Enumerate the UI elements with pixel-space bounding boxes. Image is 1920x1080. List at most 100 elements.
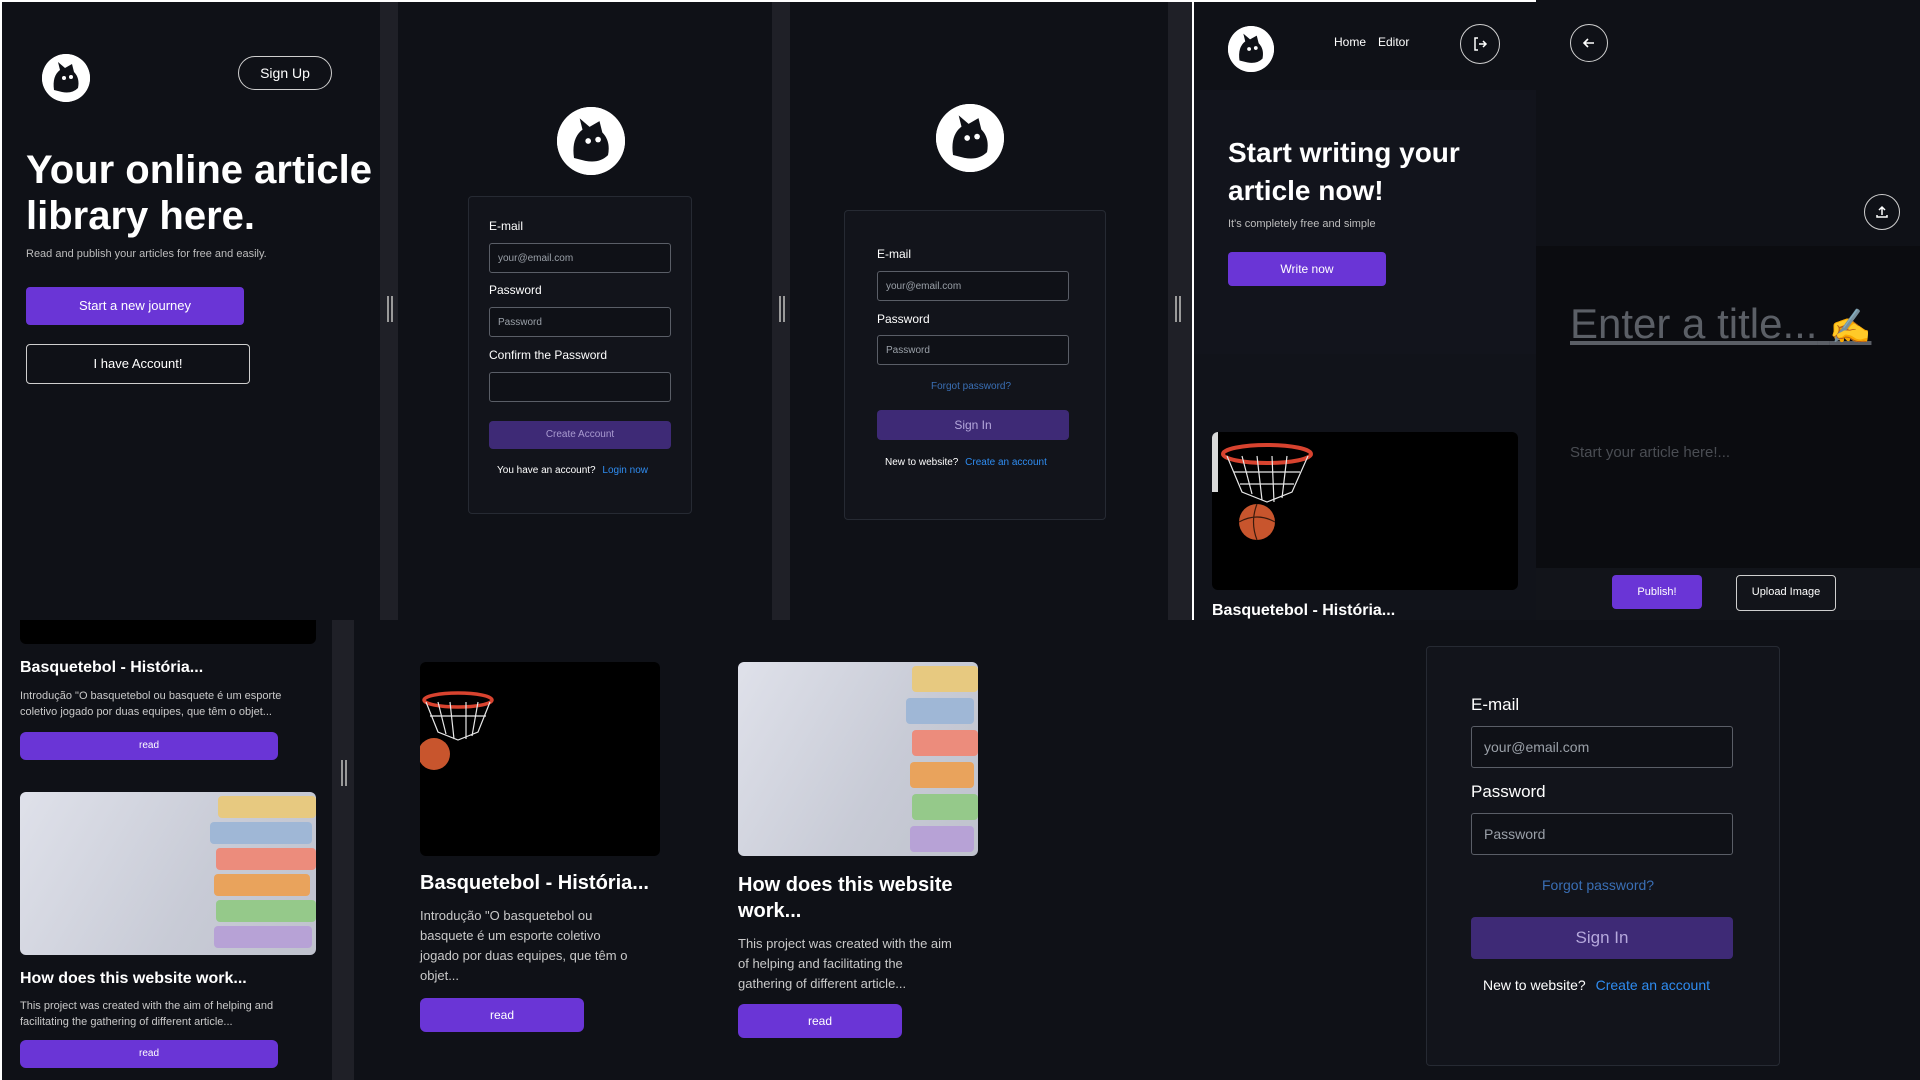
signin-small-panel: E-mail your@email.com Password Password … [790, 2, 1168, 620]
desc-line: objet... [420, 968, 460, 983]
card2-description: This project was created with the aim of… [20, 998, 273, 1030]
create-account-link[interactable]: Create an account [965, 457, 1047, 468]
resize-handle-icon[interactable] [1175, 296, 1181, 322]
password-input[interactable]: Password [489, 307, 671, 337]
read-button[interactable]: read [20, 732, 278, 760]
basketball-hoop-image[interactable] [420, 662, 660, 856]
desc-line: Introdução "O basquetebol ou basquete é … [20, 690, 282, 702]
cat-logo-icon [557, 107, 625, 175]
landing-headline: Your online article library here. [26, 147, 372, 239]
headline-line: Start writing your [1228, 137, 1460, 168]
create-account-button[interactable]: Create Account [489, 421, 671, 449]
have-account-button[interactable]: I have Account! [26, 344, 250, 384]
signin-button[interactable]: Sign In [877, 410, 1069, 440]
nav-home-link[interactable]: Home [1334, 35, 1366, 49]
home-panel: Home Editor Start writing your article n… [1194, 2, 1536, 620]
password-label: Password [489, 283, 542, 297]
password-label: Password [1471, 782, 1546, 801]
landing-subtext: Read and publish your articles for free … [26, 248, 267, 260]
new-to-website-text: New to website? [885, 457, 959, 468]
email-placeholder: your@email.com [498, 252, 574, 264]
login-link[interactable]: Login now [602, 465, 648, 476]
start-journey-button[interactable]: Start a new journey [26, 287, 244, 325]
email-label: E-mail [1471, 695, 1520, 714]
resize-handle-icon[interactable] [387, 296, 393, 322]
home-hero: Start writing your article now! It's com… [1194, 90, 1536, 354]
image-stub [20, 620, 316, 644]
card2-title[interactable]: How does this website work... [738, 872, 952, 924]
cat-logo-icon [1228, 26, 1274, 72]
new-to-website-row: New to website? Create an account [1483, 977, 1710, 993]
signin-large-panel: E-mail your@email.com Password Password … [1172, 620, 1920, 1080]
arrow-left-icon [1582, 38, 1594, 48]
read-button[interactable]: read [420, 998, 584, 1032]
card1-title[interactable]: Basquetebol - História... [420, 872, 649, 895]
nav-editor-link[interactable]: Editor [1378, 35, 1409, 49]
split-divider[interactable] [332, 620, 354, 1080]
editor-body: Enter a title... ✍ Start your article he… [1536, 246, 1920, 568]
card2-title[interactable]: How does this website work... [20, 970, 247, 988]
basketball-hoop-image[interactable] [1212, 432, 1518, 590]
password-label: Password [877, 312, 930, 326]
publish-button[interactable]: Publish! [1612, 575, 1702, 609]
password-input[interactable]: Password [1471, 813, 1733, 855]
write-now-button[interactable]: Write now [1228, 252, 1386, 286]
editor-panel: Enter a title... ✍ Start your article he… [1536, 0, 1920, 620]
card1-title[interactable]: Basquetebol - História... [20, 659, 203, 677]
home-headline: Start writing your article now! [1228, 134, 1460, 210]
new-to-website-text: New to website? [1483, 977, 1586, 993]
signin-button[interactable]: Sign In [1471, 917, 1733, 959]
cat-logo-icon [936, 104, 1004, 172]
email-placeholder: your@email.com [1484, 739, 1590, 755]
password-placeholder: Password [1484, 826, 1546, 842]
email-input[interactable]: your@email.com [489, 243, 671, 273]
headline-line: article now! [1228, 175, 1384, 206]
password-input[interactable]: Password [877, 335, 1069, 365]
back-button[interactable] [1570, 24, 1608, 62]
read-button[interactable]: read [738, 1004, 902, 1038]
desc-line: of helping and facilitating the [738, 956, 903, 971]
signup-card: E-mail your@email.com Password Password … [468, 196, 692, 514]
resize-handle-icon[interactable] [341, 760, 347, 786]
email-input[interactable]: your@email.com [877, 271, 1069, 301]
title-line: work... [738, 900, 802, 922]
forgot-password-link[interactable]: Forgot password? [931, 381, 1011, 392]
card1-description: Introdução "O basquetebol ou basquete é … [20, 688, 281, 720]
read-button[interactable]: read [20, 1040, 278, 1068]
home-subtext: It's completely free and simple [1228, 218, 1376, 230]
desc-line: jogado por duas equipes, que têm o [420, 948, 628, 963]
confirm-password-input[interactable] [489, 372, 671, 402]
logout-icon [1474, 37, 1488, 51]
title-line: How does this website [738, 874, 953, 896]
email-label: E-mail [489, 219, 524, 233]
headline-line: library here. [26, 194, 256, 238]
upload-button[interactable] [1864, 194, 1900, 230]
create-account-link[interactable]: Create an account [1596, 977, 1710, 993]
title-input[interactable]: Enter a title... ✍ [1570, 300, 1871, 348]
signup-button[interactable]: Sign Up [238, 56, 332, 90]
resize-handle-icon[interactable] [779, 296, 785, 322]
password-placeholder: Password [498, 316, 542, 328]
desc-line: facilitating the gathering of different … [20, 1016, 233, 1028]
desc-line: Introdução "O basquetebol ou [420, 908, 593, 923]
body-input[interactable]: Start your article here!... [1570, 444, 1730, 461]
writing-hand-icon: ✍ [1829, 308, 1872, 346]
home-card-title[interactable]: Basquetebol - História... [1212, 602, 1395, 620]
forgot-password-link[interactable]: Forgot password? [1542, 877, 1654, 893]
signup-panel: E-mail your@email.com Password Password … [398, 2, 772, 620]
have-account-text: You have an account? [497, 465, 596, 476]
landing-panel: Sign Up Your online article library here… [2, 2, 380, 620]
card2-description: This project was created with the aim of… [738, 934, 952, 994]
email-input[interactable]: your@email.com [1471, 726, 1733, 768]
home-navbar: Home Editor [1194, 2, 1536, 90]
desc-line: basquete é um esporte coletivo [420, 928, 601, 943]
books-image[interactable] [738, 662, 978, 856]
logout-button[interactable] [1460, 24, 1500, 64]
desc-line: gathering of different article... [738, 976, 907, 991]
headline-line: Your online article [26, 148, 372, 192]
confirm-label: Confirm the Password [489, 348, 608, 362]
upload-image-button[interactable]: Upload Image [1736, 575, 1836, 611]
new-to-website-row: New to website? Create an account [885, 457, 1047, 468]
books-image[interactable] [20, 792, 316, 955]
book-stack-icon [906, 662, 978, 856]
